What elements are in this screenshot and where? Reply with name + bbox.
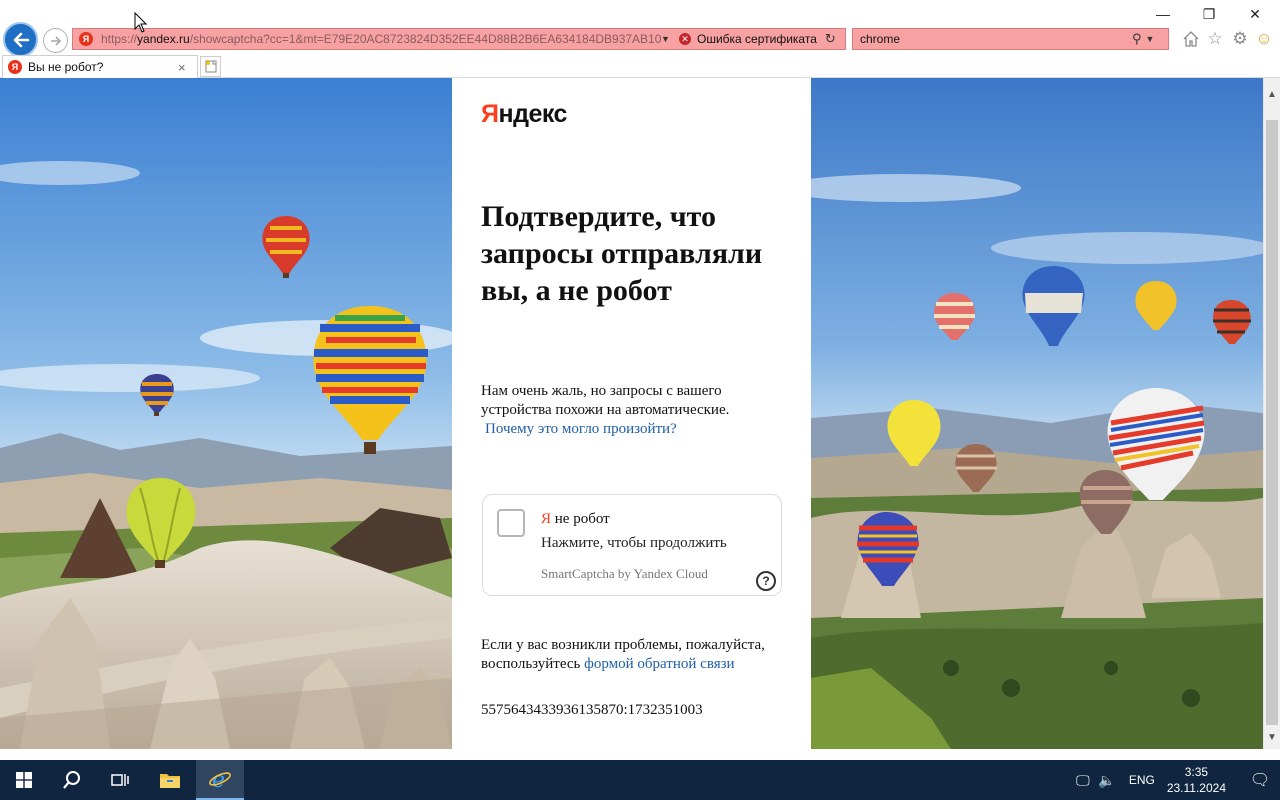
back-button[interactable] [3,22,38,57]
captcha-panel: Яндекс Подтвердите, что запросы отправля… [452,78,811,749]
search-icon [63,771,80,789]
new-tab-icon [205,60,216,73]
search-dropdown-icon[interactable]: ▼ [1146,34,1155,44]
system-tray: 🖵 🔈 ENG 3:35 23.11.2024 🗨 [1071,760,1280,800]
volume-muted-icon[interactable]: 🔈 [1095,772,1119,789]
scroll-down-icon[interactable]: ▼ [1264,729,1280,745]
balloons-photo-left [0,78,452,749]
captcha-subtitle: Нажмите, чтобы продолжить [541,535,727,551]
captcha-title: Я не робот [541,511,610,527]
refresh-icon[interactable]: ↻ [825,31,836,47]
start-button[interactable] [0,760,48,800]
request-id: 5575643433936135870:1732351003 [481,702,703,718]
vertical-scrollbar[interactable]: ▲ ▼ [1263,78,1280,749]
task-view-icon [111,774,129,786]
clock-time: 3:35 [1184,765,1209,779]
task-view-button[interactable] [96,760,144,800]
yandex-favicon-icon: Я [8,60,22,74]
clock-date: 23.11.2024 [1166,781,1226,795]
browser-titlebar: Я https://yandex.ru/showcaptcha?cc=1&mt=… [0,0,1280,57]
minimize-button[interactable]: — [1148,3,1178,25]
help-icon[interactable]: ? [756,571,776,591]
forward-arrow-icon [50,35,61,46]
page-viewport: Яндекс Подтвердите, что запросы отправля… [0,78,1263,749]
tab-title: Вы не робот? [28,60,104,74]
description-text: Нам очень жаль, но запросы с вашего устр… [481,383,730,418]
tab-captcha[interactable]: Я Вы не робот? × [2,55,198,78]
close-tab-icon[interactable]: × [178,60,186,75]
search-box[interactable]: ⚲ ▼ [852,28,1169,50]
folder-icon [160,774,180,788]
smiley-icon[interactable]: ☺ [1253,28,1275,50]
star-icon[interactable]: ☆ [1204,28,1226,50]
window-bottom-edge [0,749,1280,760]
internet-explorer-button[interactable]: e [196,760,244,800]
page-title: Подтвердите, что запросы отправляли вы, … [481,200,763,307]
home-icon[interactable] [1180,28,1202,50]
why-link[interactable]: Почему это могло произойти? [485,420,781,439]
taskbar-search-button[interactable] [48,760,96,800]
restore-button[interactable]: ❐ [1194,3,1224,25]
search-icon[interactable]: ⚲ [1132,31,1142,47]
cert-error-icon[interactable]: ✕ [679,33,691,45]
feedback-link[interactable]: формой обратной связи [584,656,734,672]
description-block: Нам очень жаль, но запросы с вашего устр… [481,382,781,439]
back-arrow-icon [13,32,29,47]
forward-button[interactable] [43,28,68,53]
internet-explorer-icon: e [209,768,231,791]
captcha-brand[interactable]: SmartCaptcha by Yandex Cloud [541,566,708,582]
new-tab-button[interactable] [200,56,221,77]
yandex-favicon-icon: Я [79,32,93,46]
file-explorer-button[interactable] [146,760,194,800]
address-dropdown-icon[interactable]: ▼ [661,34,675,44]
scrollbar-thumb[interactable] [1266,120,1278,725]
balloons-photo-right [811,78,1263,749]
url-text[interactable]: https://yandex.ru/showcaptcha?cc=1&mt=E7… [101,32,661,46]
smartcaptcha-widget[interactable]: Я не робот Нажмите, чтобы продолжить Sma… [482,494,782,596]
scroll-up-icon[interactable]: ▲ [1264,86,1280,102]
search-input[interactable] [860,32,1120,46]
clock[interactable]: 3:35 23.11.2024 [1167,764,1226,796]
gear-icon[interactable]: ⚙ [1229,28,1251,50]
problems-block: Если у вас возникли проблемы, пожалуйста… [481,636,781,674]
notifications-icon[interactable]: 🗨 [1240,770,1280,790]
tab-bar: Я Вы не робот? × [0,55,1280,78]
network-icon[interactable]: 🖵 [1071,772,1095,789]
close-window-button[interactable]: ✕ [1240,3,1270,25]
svg-text:e: e [212,768,225,791]
windows-taskbar: e 🖵 🔈 ENG 3:35 23.11.2024 🗨 [0,760,1280,800]
cert-error-label[interactable]: Ошибка сертификата [697,32,817,46]
windows-logo-icon [16,772,32,788]
language-indicator[interactable]: ENG [1129,773,1155,787]
yandex-logo[interactable]: Яндекс [481,100,567,129]
not-robot-checkbox[interactable] [497,509,525,537]
address-bar[interactable]: Я https://yandex.ru/showcaptcha?cc=1&mt=… [72,28,846,50]
